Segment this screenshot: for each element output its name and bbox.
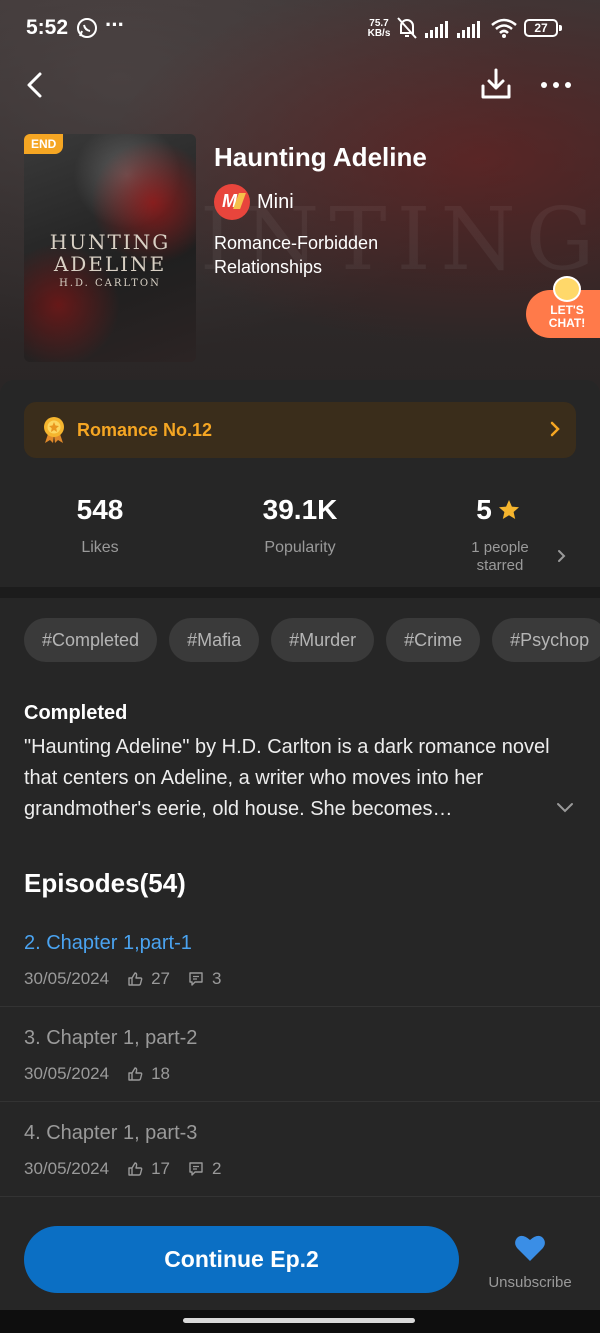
net-speed: 75.7 KB/s: [364, 19, 394, 39]
lets-chat-button[interactable]: LET'S CHAT!: [526, 276, 600, 338]
chevron-right-icon: [550, 421, 560, 437]
author-name[interactable]: Mini: [257, 191, 294, 214]
signal-icon: [425, 21, 448, 38]
section-divider: [0, 587, 600, 598]
status-bar: 5:52 ··· 75.7 KB/s 27: [0, 0, 600, 58]
wifi-icon: [491, 18, 517, 38]
episode-row[interactable]: 2. Chapter 1,part-1 30/05/2024 27 3: [0, 912, 600, 1007]
back-icon[interactable]: [18, 68, 52, 102]
episode-date: 30/05/2024: [24, 1064, 110, 1083]
end-badge: END: [24, 134, 64, 154]
book-genre[interactable]: Romance-Forbidden Relationships: [214, 231, 434, 279]
home-gesture-handle[interactable]: [183, 1318, 415, 1323]
chevron-right-icon[interactable]: [557, 549, 567, 563]
thumbs-up-icon: [128, 1067, 143, 1081]
starred-label[interactable]: 1 people starred: [450, 539, 550, 575]
chevron-down-icon[interactable]: [556, 800, 574, 814]
episode-likes: 17: [151, 1159, 171, 1178]
tag-chip[interactable]: #Crime: [386, 618, 481, 662]
description-status: Completed: [24, 702, 128, 724]
cover-title-line2: ADELINE: [53, 252, 167, 276]
episode-date: 30/05/2024: [24, 1159, 110, 1178]
episode-title: 4. Chapter 1, part-3: [24, 1122, 198, 1144]
tag-chip[interactable]: #Completed: [24, 618, 158, 662]
episode-likes: 18: [151, 1064, 171, 1083]
episodes-heading: Episodes(54): [24, 868, 186, 898]
episode-meta: 30/05/2024 17 2: [24, 1159, 221, 1179]
ranking-label: Romance No.12: [77, 420, 213, 440]
book-title: Haunting Adeline: [214, 142, 427, 172]
tag-list: #Completed #Mafia #Murder #Crime #Psycho…: [24, 618, 600, 662]
cover-title-line1: HUNTING: [49, 230, 171, 254]
episode-comments: 3: [212, 969, 222, 988]
comment-icon: [189, 1162, 203, 1176]
author-logo[interactable]: M: [214, 184, 250, 220]
tag-chip[interactable]: #Mafia: [169, 618, 260, 662]
episode-title: 2. Chapter 1,part-1: [24, 932, 192, 954]
popularity-label: Popularity: [264, 539, 336, 556]
medal-icon: [44, 417, 64, 443]
star-icon: [499, 500, 519, 519]
more-icon[interactable]: [538, 72, 574, 98]
tag-chip[interactable]: #Murder: [271, 618, 375, 662]
episode-row[interactable]: 3. Chapter 1, part-2 30/05/2024 18: [0, 1007, 600, 1102]
episode-meta: 30/05/2024 18: [24, 1064, 170, 1084]
whatsapp-icon: [77, 18, 97, 38]
tag-chip[interactable]: #Psychop: [492, 618, 600, 662]
mute-icon: [397, 17, 417, 39]
chat-label: LET'S CHAT!: [548, 303, 586, 330]
episode-likes: 27: [151, 969, 171, 988]
comment-icon: [189, 972, 203, 986]
episode-meta: 30/05/2024 27 3: [24, 969, 221, 989]
download-icon[interactable]: [478, 66, 514, 102]
popularity-count: 39.1K: [262, 494, 338, 525]
likes-label: Likes: [81, 539, 119, 556]
status-more-icon: ···: [105, 12, 125, 37]
episode-comments: 2: [212, 1159, 222, 1178]
episode-row[interactable]: 4. Chapter 1, part-3 30/05/2024 17 2: [0, 1102, 600, 1197]
chat-emoji-icon: [553, 276, 581, 302]
thumbs-up-icon: [128, 972, 143, 986]
net-speed-unit: KB/s: [367, 28, 391, 39]
continue-reading-button[interactable]: Continue Ep.2: [24, 1226, 459, 1293]
unsubscribe-button[interactable]: Unsubscribe: [479, 1274, 581, 1291]
thumbs-up-icon: [128, 1162, 143, 1176]
episode-title: 3. Chapter 1, part-2: [24, 1027, 198, 1049]
book-cover[interactable]: HUNTING ADELINE H.D. CARLTON: [24, 134, 196, 362]
description-text[interactable]: "Haunting Adeline" by H.D. Carlton is a …: [24, 732, 554, 825]
status-time: 5:52: [26, 16, 69, 39]
episode-date: 30/05/2024: [24, 969, 110, 988]
cover-author: H.D. CARLTON: [59, 278, 161, 289]
battery-level: 27: [524, 19, 558, 37]
likes-count: 548: [76, 494, 124, 525]
signal-icon: [457, 21, 480, 38]
battery-icon: 27: [524, 19, 564, 37]
heart-icon[interactable]: [514, 1234, 546, 1262]
